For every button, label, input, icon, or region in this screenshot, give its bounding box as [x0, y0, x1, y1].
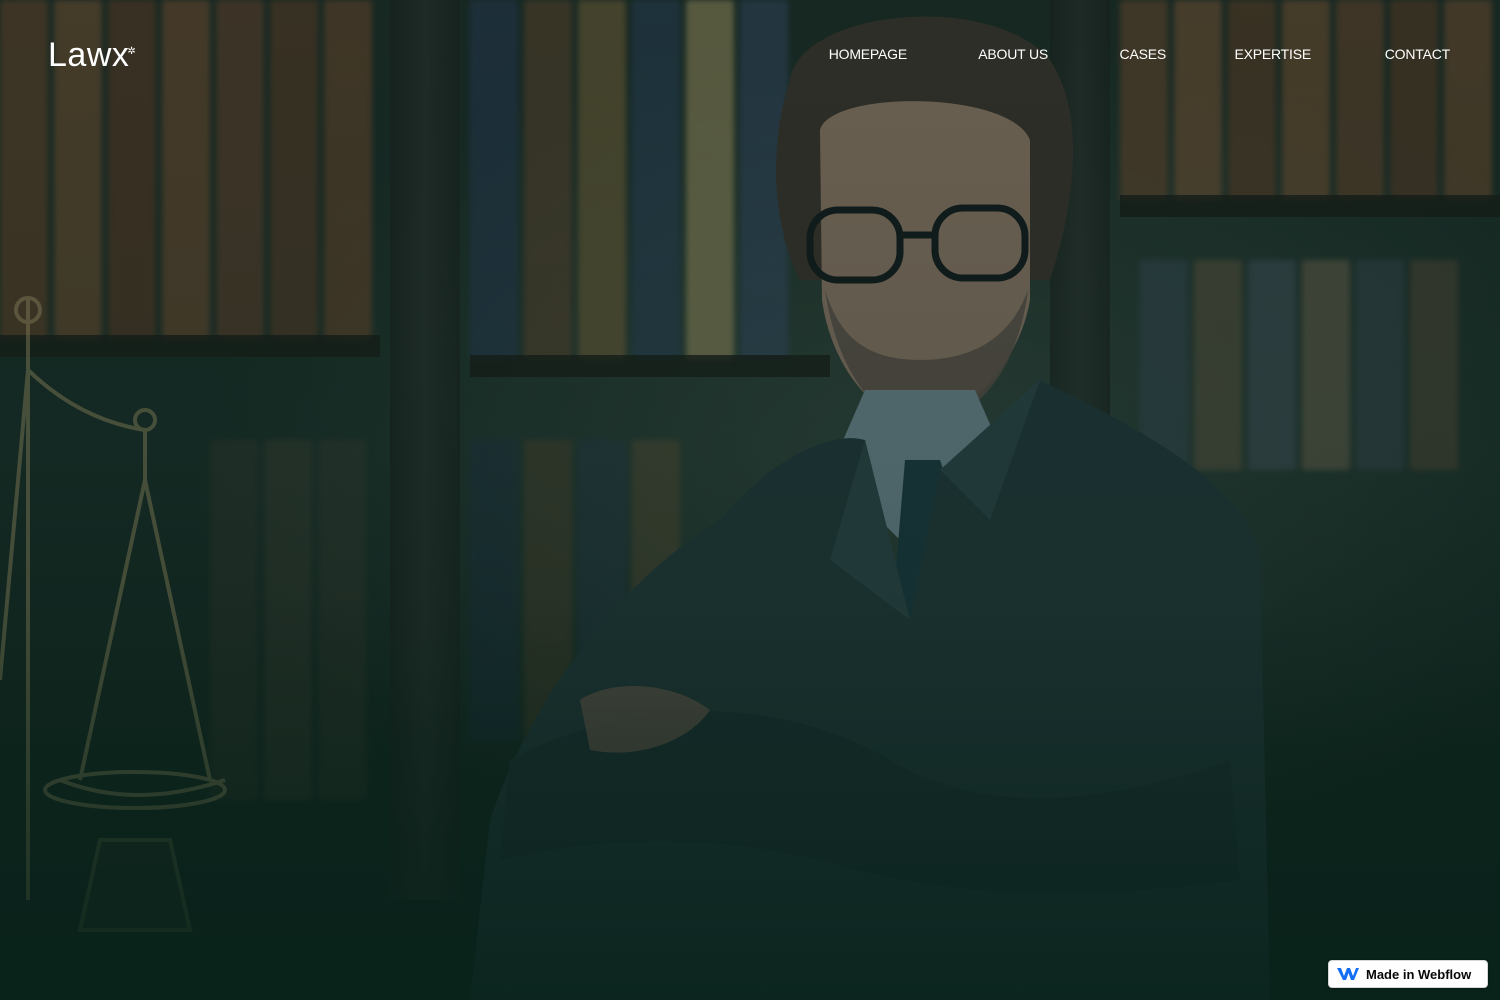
webflow-logo-icon: [1337, 968, 1359, 980]
nav-item-cases[interactable]: CASES: [1120, 46, 1167, 62]
badge-label: Made in Webflow: [1366, 966, 1472, 982]
logo-text: Lawx: [48, 36, 130, 74]
hero-section: Lawx ✲ HOMEPAGE ABOUT US CASES EXPERTISE…: [0, 0, 1500, 1000]
logo-star-icon: ✲: [127, 46, 137, 57]
scales-of-justice-icon: [0, 296, 227, 932]
nav-item-expertise[interactable]: EXPERTISE: [1234, 46, 1311, 62]
nav-item-contact[interactable]: CONTACT: [1385, 46, 1450, 62]
nav-item-about-us[interactable]: ABOUT US: [978, 46, 1048, 62]
lawyer-portrait: [470, 16, 1270, 1000]
nav-item-homepage[interactable]: HOMEPAGE: [829, 46, 907, 62]
shelf-pillar: [390, 0, 460, 900]
brand-logo[interactable]: Lawx ✲: [48, 36, 136, 75]
made-in-webflow-badge[interactable]: Made in Webflow: [1328, 960, 1488, 988]
